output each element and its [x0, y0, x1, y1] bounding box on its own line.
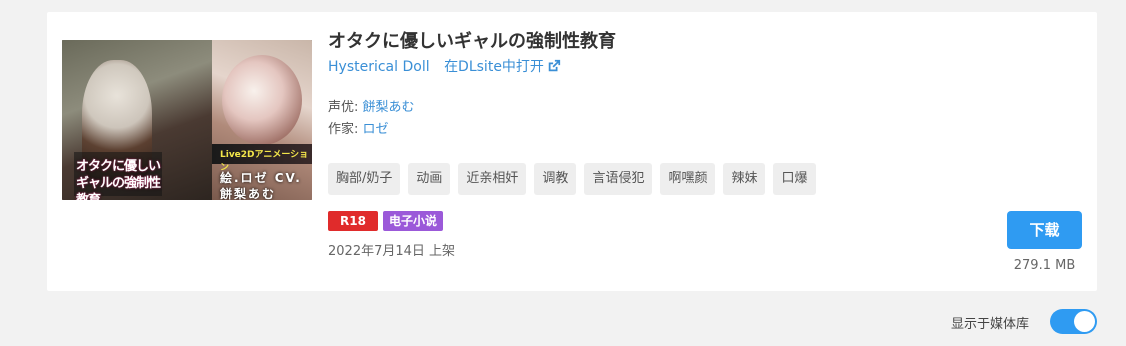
- tag-item[interactable]: 辣妹: [723, 163, 766, 195]
- cv-row: 声优: 餅梨あむ: [328, 96, 415, 115]
- cv-link[interactable]: 餅梨あむ: [363, 100, 415, 115]
- work-card: Live2Dアニメーション オタクに優しいギャルの強制性教育 絵.ロゼ CV.餅…: [47, 12, 1097, 291]
- tag-item[interactable]: 动画: [408, 163, 451, 195]
- cover-credit-text: 絵.ロゼ CV.餅梨あむ: [220, 171, 302, 200]
- author-label: 作家:: [328, 122, 363, 137]
- toggle-knob: [1074, 311, 1095, 332]
- badge-row: R18 电子小说: [328, 211, 444, 231]
- tag-item[interactable]: 近亲相奸: [458, 163, 527, 195]
- maker-row: Hysterical Doll 在DLsite中打开: [328, 56, 561, 76]
- show-in-library-toggle[interactable]: [1050, 309, 1097, 334]
- tag-item[interactable]: 调教: [534, 163, 577, 195]
- work-type-badge: 电子小说: [383, 211, 444, 231]
- open-in-dlsite-link[interactable]: 在DLsite中打开: [444, 59, 561, 75]
- file-size: 279.1 MB: [1013, 258, 1076, 273]
- show-in-library-label: 显示于媒体库: [951, 317, 1030, 332]
- cover-title-text: オタクに優しいギャルの強制性教育: [76, 159, 161, 200]
- maker-link[interactable]: Hysterical Doll: [328, 59, 430, 75]
- work-title[interactable]: オタクに優しいギャルの強制性教育: [328, 27, 616, 53]
- cv-label: 声优:: [328, 100, 363, 115]
- tag-item[interactable]: 口爆: [773, 163, 816, 195]
- cover-band: Live2Dアニメーション: [212, 144, 312, 173]
- tag-item[interactable]: 胸部/奶子: [328, 163, 401, 195]
- download-button[interactable]: 下载: [1007, 211, 1082, 249]
- cover-image[interactable]: Live2Dアニメーション オタクに優しいギャルの強制性教育 絵.ロゼ CV.餅…: [62, 40, 312, 200]
- cover-character-closeup: [222, 55, 302, 145]
- open-in-dlsite-label: 在DLsite中打开: [444, 59, 544, 75]
- tag-list: 胸部/奶子 动画 近亲相奸 调教 言语侵犯 啊嘿颜 辣妹 口爆: [328, 163, 816, 195]
- release-date: 2022年7月14日 上架: [328, 244, 456, 259]
- rating-badge: R18: [328, 211, 378, 231]
- tag-item[interactable]: 啊嘿颜: [660, 163, 716, 195]
- author-row: 作家: ロゼ: [328, 118, 389, 137]
- author-link[interactable]: ロゼ: [363, 122, 389, 137]
- external-link-icon: [548, 59, 561, 72]
- tag-item[interactable]: 言语侵犯: [584, 163, 653, 195]
